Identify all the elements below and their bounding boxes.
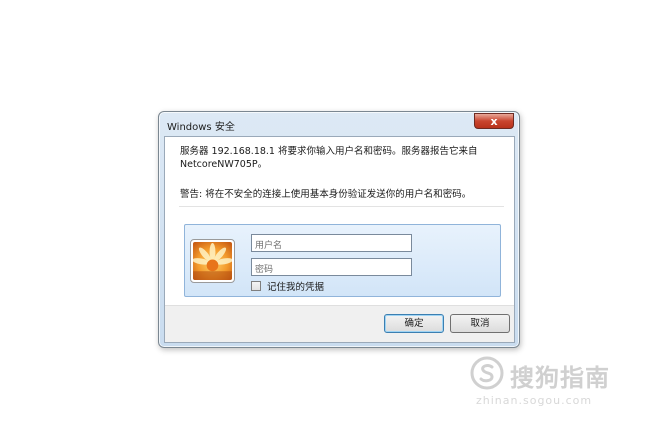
username-input[interactable]: 用户名	[251, 234, 412, 252]
close-icon: x	[490, 114, 498, 128]
remember-credentials[interactable]: 记住我的凭据	[251, 279, 324, 293]
divider	[179, 206, 504, 207]
remember-checkbox[interactable]	[251, 281, 261, 291]
dialog-title: Windows 安全	[167, 122, 235, 133]
title-bar[interactable]: Windows 安全 x	[159, 112, 519, 136]
credential-panel: 用户名 密码 记住我的凭据	[184, 224, 501, 297]
username-placeholder: 用户名	[255, 241, 283, 251]
password-input[interactable]: 密码	[251, 258, 412, 276]
dialog-body: 服务器 192.168.18.1 将要求你输入用户名和密码。服务器报告它来自 N…	[164, 136, 515, 343]
watermark-text: 搜狗指南	[510, 364, 610, 392]
remember-label: 记住我的凭据	[267, 282, 325, 293]
watermark-domain: zhinan.sogou.com	[476, 394, 593, 407]
flower-avatar-icon	[193, 242, 232, 280]
security-warning: 警告: 将在不安全的连接上使用基本身份验证发送你的用户名和密码。	[180, 189, 472, 200]
user-avatar	[190, 239, 235, 283]
server-message-line1: 服务器 192.168.18.1 将要求你输入用户名和密码。服务器报告它来自	[180, 146, 478, 157]
cancel-button[interactable]: 取消	[450, 314, 510, 333]
close-button[interactable]: x	[474, 113, 514, 129]
sogou-s-logo-icon	[470, 356, 504, 390]
password-placeholder: 密码	[255, 265, 274, 275]
ok-button[interactable]: 确定	[384, 314, 444, 333]
sogou-watermark: 搜狗指南 zhinan.sogou.com	[470, 352, 640, 412]
windows-security-dialog: Windows 安全 x 服务器 192.168.18.1 将要求你输入用户名和…	[158, 111, 520, 348]
button-bar: 确定 取消	[165, 305, 514, 342]
server-message-line2: NetcoreNW705P。	[180, 159, 268, 170]
